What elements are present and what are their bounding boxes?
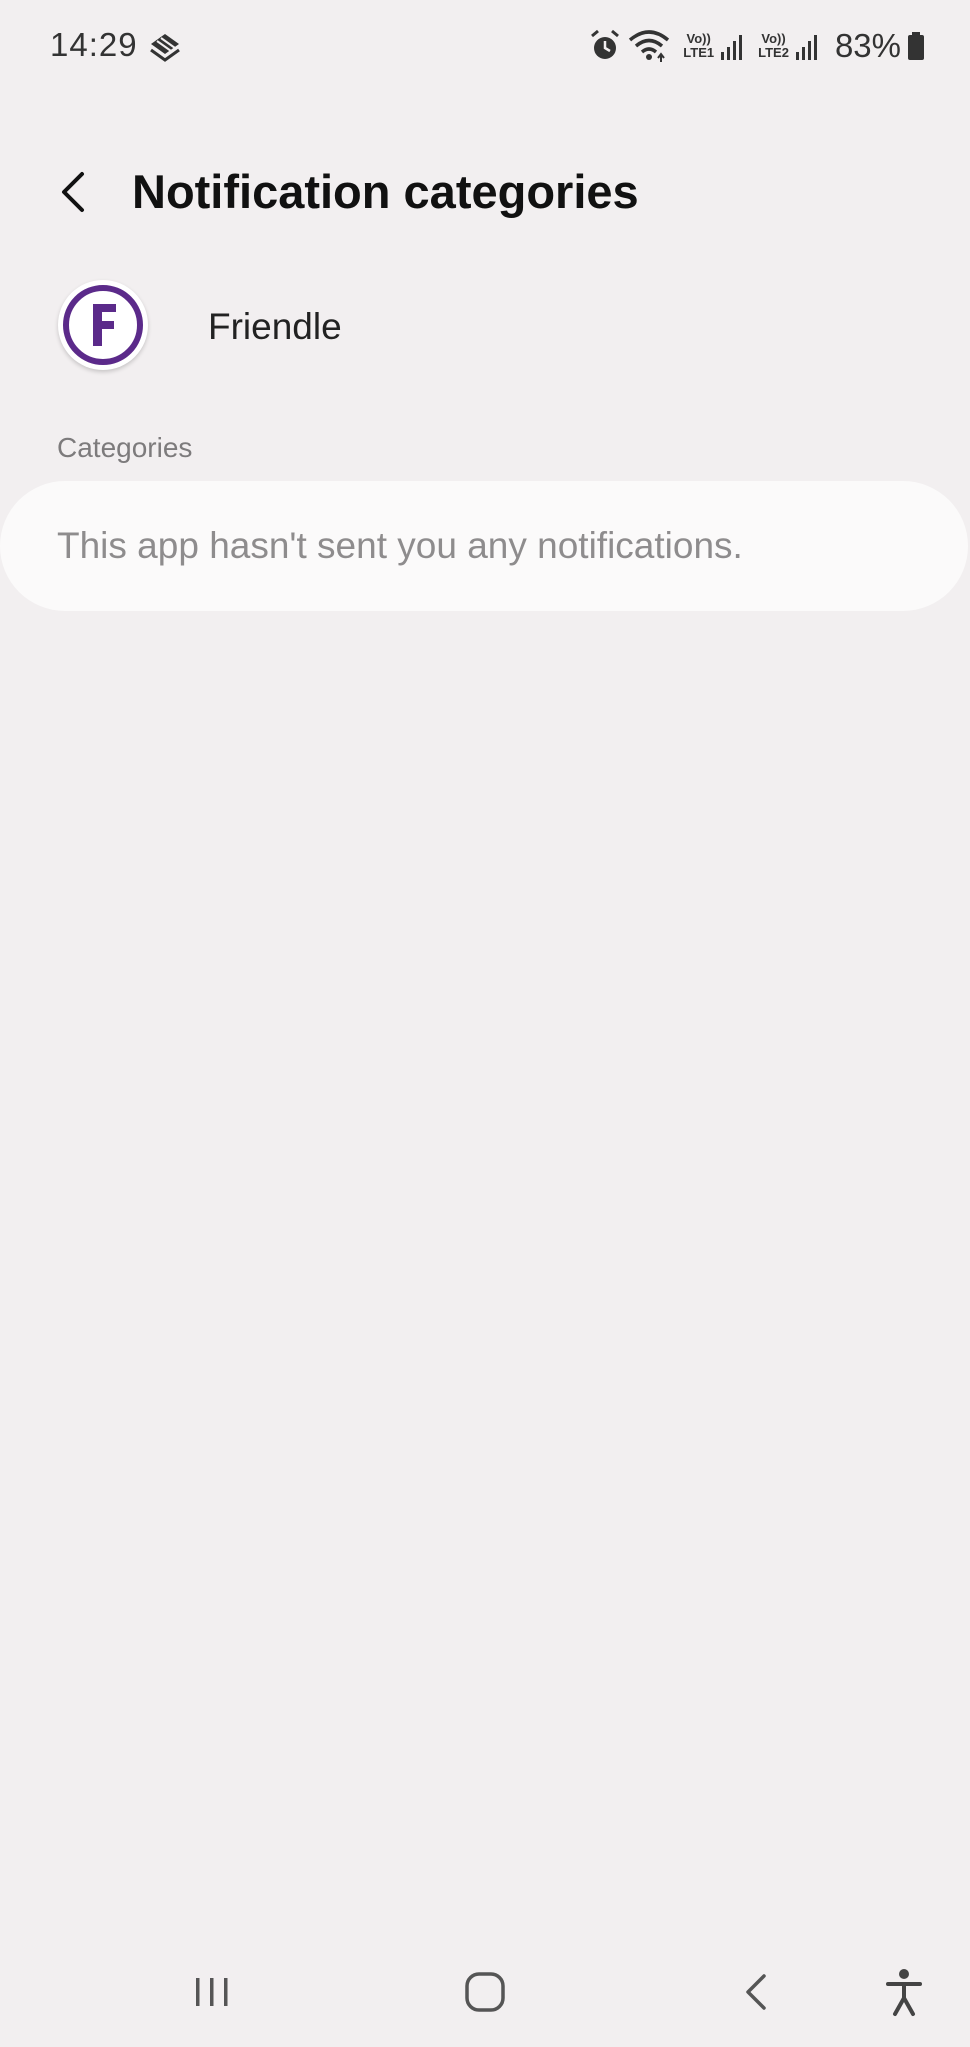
app-notification-icon (150, 34, 180, 62)
sim2-lte-label: Vo)) LTE2 (758, 31, 789, 60)
status-bar: 14:29 Vo)) LTE1 Vo)) LTE2 83% (0, 0, 970, 90)
signal-icon (795, 35, 817, 60)
section-header-categories: Categories (57, 432, 193, 463)
empty-state-message: This app hasn't sent you any notificatio… (57, 525, 743, 566)
signal-icon (721, 35, 743, 60)
accessibility-icon[interactable] (882, 1962, 926, 2022)
back-icon[interactable] (738, 1962, 774, 2022)
battery-percent: 83% (834, 27, 901, 64)
app-name: Friendle (208, 306, 342, 347)
status-icons: Vo)) LTE1 Vo)) LTE2 83% (589, 24, 925, 68)
friendle-logo-icon (63, 285, 143, 365)
navigation-bar (0, 1940, 970, 2047)
chevron-left-icon (62, 172, 84, 212)
page-title: Notification categories (132, 165, 639, 218)
back-button[interactable] (46, 160, 102, 224)
battery-icon (908, 32, 924, 60)
home-icon[interactable] (462, 1962, 508, 2022)
alarm-icon (591, 29, 620, 59)
friendle-app-icon (58, 280, 148, 370)
app-info-row: Friendle (0, 280, 970, 376)
app-bar: Notification categories (0, 150, 970, 234)
wifi-icon (629, 30, 670, 62)
sim1-lte-label: Vo)) LTE1 (683, 31, 715, 60)
recent-apps-icon[interactable] (190, 1962, 234, 2022)
categories-empty-card: This app hasn't sent you any notificatio… (0, 481, 968, 611)
status-time: 14:29 (50, 26, 138, 63)
